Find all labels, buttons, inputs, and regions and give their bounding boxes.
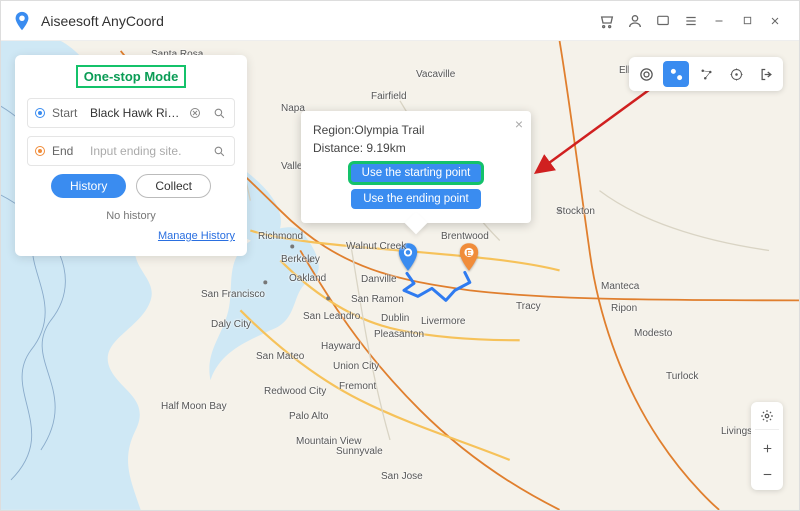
titlebar: Aiseesoft AnyCoord: [1, 1, 799, 41]
mode-joystick-icon[interactable]: [723, 61, 749, 87]
start-input[interactable]: Black Hawk Ridge Roa: [90, 106, 180, 120]
start-label: Start: [52, 106, 84, 120]
app-logo-icon: [11, 10, 33, 32]
zoom-control: [751, 402, 783, 490]
start-field[interactable]: Start Black Hawk Ridge Roa: [27, 98, 235, 128]
app-title: Aiseesoft AnyCoord: [41, 13, 164, 29]
search-end-icon[interactable]: [210, 142, 228, 160]
menu-icon[interactable]: [677, 7, 705, 35]
feedback-icon[interactable]: [649, 7, 677, 35]
mode-modify-icon[interactable]: [633, 61, 659, 87]
use-starting-point-button[interactable]: Use the starting point: [350, 163, 483, 183]
end-input[interactable]: Input ending site.: [90, 144, 204, 158]
map-settings-icon[interactable]: [755, 406, 779, 430]
no-history-text: No history: [27, 210, 235, 222]
zoom-out-button[interactable]: [755, 462, 779, 486]
use-ending-point-button[interactable]: Use the ending point: [351, 189, 481, 209]
end-label: End: [52, 144, 84, 158]
popup-close-icon[interactable]: ×: [515, 117, 523, 131]
popup-distance: Distance: 9.19km: [313, 141, 519, 155]
maximize-button[interactable]: [733, 7, 761, 35]
collect-button[interactable]: Collect: [136, 174, 211, 198]
cart-icon[interactable]: [593, 7, 621, 35]
end-field[interactable]: End Input ending site.: [27, 136, 235, 166]
mode-multistop-icon[interactable]: [693, 61, 719, 87]
app-window: Aiseesoft AnyCoord: [0, 0, 800, 511]
svg-text:E: E: [466, 249, 472, 258]
region-popup: × Region:Olympia Trail Distance: 9.19km …: [301, 111, 531, 223]
mode-exit-icon[interactable]: [753, 61, 779, 87]
mode-onestop-icon[interactable]: [663, 61, 689, 87]
clear-start-icon[interactable]: [186, 104, 204, 122]
start-pin-icon: [397, 243, 419, 276]
minimize-button[interactable]: [705, 7, 733, 35]
search-start-icon[interactable]: [210, 104, 228, 122]
route-panel: One-stop Mode Start Black Hawk Ridge Roa…: [15, 55, 247, 256]
zoom-in-button[interactable]: [755, 436, 779, 460]
close-button[interactable]: [761, 7, 789, 35]
user-icon[interactable]: [621, 7, 649, 35]
manage-history-link[interactable]: Manage History: [158, 230, 235, 242]
map-mode-toolbar: [629, 57, 783, 91]
map[interactable]: E Santa Rosa Napa Fairfield Vacaville El…: [1, 41, 799, 510]
end-pin-small-icon: [34, 145, 46, 157]
history-button[interactable]: History: [51, 174, 126, 198]
popup-region: Region:Olympia Trail: [313, 123, 519, 137]
start-pin-small-icon: [34, 107, 46, 119]
mode-title: One-stop Mode: [76, 65, 187, 88]
end-pin-icon: E: [458, 243, 480, 276]
